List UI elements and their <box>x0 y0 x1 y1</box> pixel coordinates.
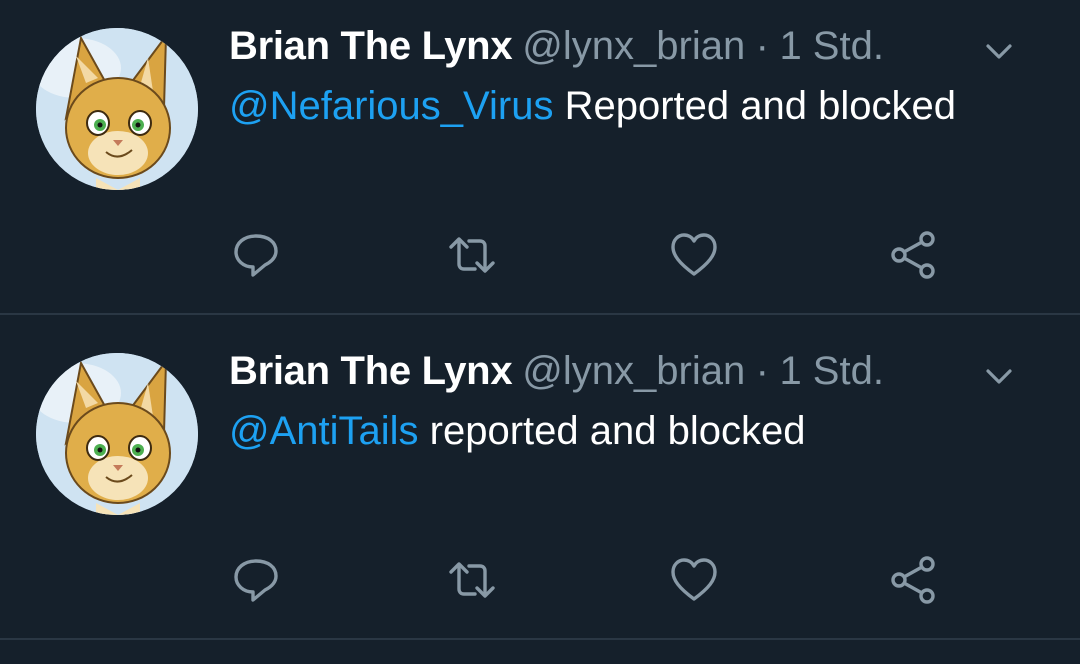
tweet-actions <box>229 555 989 605</box>
share-icon <box>891 231 935 279</box>
reply-icon <box>234 234 278 277</box>
tweet-time[interactable]: 1 Std. <box>779 349 884 393</box>
retweet-icon <box>449 237 495 273</box>
retweet-button[interactable] <box>447 555 497 605</box>
author-name[interactable]: Brian The Lynx <box>229 24 513 68</box>
tweet-text: @Nefarious_Virus Reported and blocked <box>229 84 1044 129</box>
tweet-text: @AntiTails reported and blocked <box>229 409 1044 454</box>
tweet-time[interactable]: 1 Std. <box>779 24 884 68</box>
like-button[interactable] <box>669 230 719 280</box>
share-button[interactable] <box>889 555 939 605</box>
meta-separator: · <box>755 24 769 68</box>
avatar[interactable] <box>36 28 198 190</box>
chevron-down-icon[interactable] <box>984 363 1014 389</box>
meta-separator: · <box>755 349 769 393</box>
lynx-avatar-icon <box>36 28 198 190</box>
like-icon <box>671 233 717 276</box>
mention-link[interactable]: @Nefarious_Virus <box>229 84 553 128</box>
share-button[interactable] <box>889 230 939 280</box>
tweet-actions <box>229 230 989 280</box>
tweet[interactable]: Brian The Lynx @lynx_brian · 1 Std. @Nefa… <box>0 0 1080 315</box>
avatar[interactable] <box>36 353 198 515</box>
author-name[interactable]: Brian The Lynx <box>229 349 513 393</box>
like-icon <box>671 558 717 601</box>
share-icon <box>891 556 935 604</box>
tweet-header: Brian The Lynx @lynx_brian · 1 Std. <box>229 349 1044 399</box>
author-handle[interactable]: @lynx_brian <box>522 24 745 68</box>
lynx-avatar-icon <box>36 353 198 515</box>
tweet-body: Reported and blocked <box>553 84 956 128</box>
tweet-header: Brian The Lynx @lynx_brian · 1 Std. <box>229 24 1044 74</box>
chevron-down-icon[interactable] <box>984 38 1014 64</box>
tweet[interactable]: Brian The Lynx @lynx_brian · 1 Std. @Anti… <box>0 315 1080 640</box>
timeline: Brian The Lynx @lynx_brian · 1 Std. @Nefa… <box>0 0 1080 664</box>
retweet-button[interactable] <box>447 230 497 280</box>
author-handle[interactable]: @lynx_brian <box>522 349 745 393</box>
mention-link[interactable]: @AntiTails <box>229 409 419 453</box>
tweet-body: reported and blocked <box>418 409 806 453</box>
reply-button[interactable] <box>231 230 281 280</box>
retweet-icon <box>449 562 495 598</box>
reply-button[interactable] <box>231 555 281 605</box>
like-button[interactable] <box>669 555 719 605</box>
reply-icon <box>234 559 278 602</box>
